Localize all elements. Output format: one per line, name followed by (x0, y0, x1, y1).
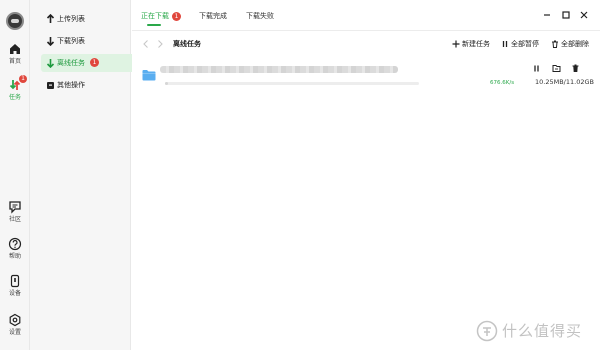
pause-all-button[interactable]: 全部暂停 (502, 39, 539, 49)
delete-task-icon[interactable] (571, 64, 580, 73)
rail-item-settings[interactable]: 设置 (0, 313, 30, 337)
task-name-redacted (160, 66, 398, 73)
settings-icon (9, 313, 21, 327)
task-progress-fill (165, 82, 168, 85)
device-icon (10, 274, 20, 288)
toolbox-icon (47, 82, 54, 89)
arrow-down-icon (46, 37, 55, 46)
rail-item-help[interactable]: 帮助 (0, 237, 30, 261)
watermark-text: 什么值得买 (502, 322, 583, 340)
avatar[interactable] (6, 12, 24, 30)
back-icon[interactable] (142, 39, 150, 49)
watermark: 什么值得买 (476, 320, 596, 342)
active-tab-indicator (147, 24, 161, 26)
watermark-logo (476, 320, 498, 342)
current-folder-title: 离线任务 (173, 40, 201, 48)
app-rail: 首页 1 任务 社区 帮助 设备 设置 (0, 0, 30, 350)
rail-item-community[interactable]: 社区 (0, 200, 30, 224)
minimize-icon[interactable] (541, 9, 553, 21)
new-task-button[interactable]: 新建任务 (452, 39, 490, 49)
forward-icon[interactable] (156, 39, 164, 49)
rail-item-tasks[interactable]: 1 任务 (0, 75, 30, 102)
arrow-up-icon (46, 14, 55, 23)
close-icon[interactable] (578, 9, 590, 21)
tab-completed[interactable]: 下载完成 (199, 11, 227, 21)
help-icon (8, 237, 22, 251)
offline-badge: 1 (90, 58, 99, 67)
trash-icon (552, 40, 558, 48)
rail-item-home[interactable]: 首页 (0, 42, 30, 66)
tab-failed[interactable]: 下载失败 (246, 11, 274, 21)
pause-icon (502, 41, 508, 47)
tab-downloading[interactable]: 正在下载 1 (141, 11, 181, 21)
maximize-icon[interactable] (560, 9, 572, 21)
open-folder-icon[interactable] (552, 64, 561, 73)
task-size: 10.25MB/11.02GB (535, 78, 594, 86)
arrow-down-icon (46, 59, 55, 68)
main-panel: 正在下载 1 下载完成 下载失败 离线任务 新建任务 全部暂停 全部删除 676.… (132, 0, 600, 350)
delete-all-button[interactable]: 全部删除 (552, 39, 589, 49)
pause-task-icon[interactable] (532, 64, 541, 73)
task-progress-bar (165, 82, 419, 85)
home-icon (10, 44, 20, 54)
chat-icon (9, 201, 21, 214)
downloading-badge: 1 (172, 12, 181, 21)
tasks-badge: 1 (19, 75, 27, 83)
folder-icon (142, 70, 156, 81)
header-divider (132, 30, 600, 31)
plus-icon (452, 40, 460, 48)
task-sidebar: 上传列表 下载列表 离线任务 1 其他操作 (30, 0, 150, 350)
task-speed: 676.6K/s (490, 80, 515, 86)
rail-item-device[interactable]: 设备 (0, 274, 30, 298)
